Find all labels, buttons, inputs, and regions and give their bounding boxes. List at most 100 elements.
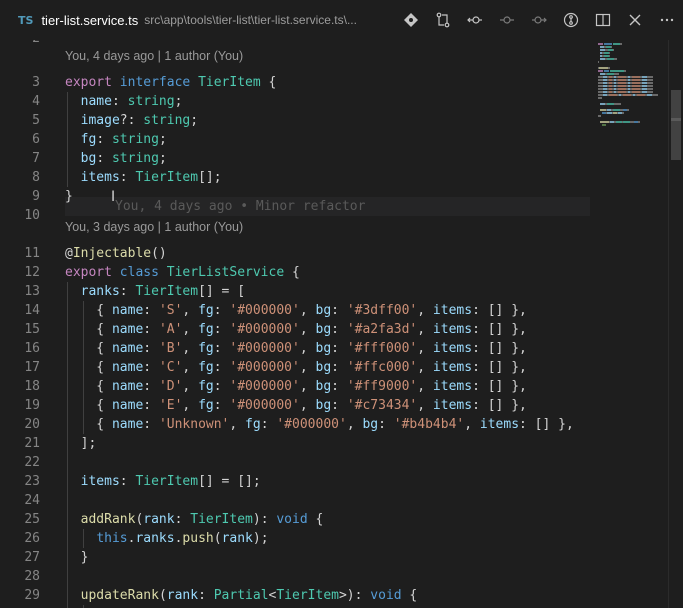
code-token: , (182, 360, 199, 375)
code-line[interactable]: 3 export interface TierItem { (0, 73, 590, 92)
code-token: items (432, 360, 473, 375)
code-editor[interactable]: You, 4 days ago | 1 author (You) You, 3 … (0, 40, 590, 608)
open-previous-revision-button[interactable] (459, 0, 491, 40)
minimap-token (647, 91, 653, 93)
code-line[interactable]: 21 ]; (0, 434, 590, 453)
tab-filename: tier-list.service.ts (41, 12, 139, 28)
code-line[interactable]: 24 (0, 491, 590, 510)
code-text: { name: 'E', fg: '#000000', bg: '#c73434… (65, 396, 527, 415)
code-token: rank (143, 512, 175, 527)
vertical-scrollbar[interactable] (668, 40, 683, 608)
line-number: 8 (32, 170, 40, 185)
code-line[interactable]: 12 export class TierListService { (0, 263, 590, 282)
code-token: items (432, 379, 473, 394)
code-token: name (111, 379, 144, 394)
code-line[interactable]: 5 image?: string; (0, 111, 590, 130)
editor-title-bar: TS tier-list.service.ts src\app\tools\ti… (0, 0, 683, 40)
line-number: 12 (24, 265, 40, 280)
code-token: { (401, 588, 418, 603)
code-token: Partial (213, 588, 269, 603)
code-text: @Injectable() (65, 244, 167, 263)
code-line[interactable]: 11 @Injectable() (0, 244, 590, 263)
code-token: ; (190, 113, 199, 128)
more-actions-button[interactable] (651, 0, 683, 40)
git-compare-icon (436, 12, 450, 28)
code-token: items (479, 417, 520, 432)
minimap-token (609, 52, 610, 54)
split-editor-button[interactable] (587, 0, 619, 40)
code-line[interactable]: 2 (0, 40, 590, 48)
code-line[interactable]: 4 name: string; (0, 92, 590, 111)
code-line[interactable]: 16 { name: 'B', fg: '#000000', bg: '#fff… (0, 339, 590, 358)
code-token: , (417, 322, 433, 337)
compare-changes-button[interactable] (427, 0, 459, 40)
code-token: , (299, 303, 316, 318)
code-line[interactable]: 8 items: TierItem[]; (0, 168, 590, 187)
code-line[interactable]: 22 (0, 453, 590, 472)
minimap-token (624, 70, 626, 72)
line-number: 29 (24, 588, 40, 603)
code-token: >): (338, 588, 371, 603)
code-line[interactable]: 15 { name: 'A', fg: '#000000', bg: '#a2f… (0, 320, 590, 339)
code-line[interactable]: 29 updateRank(rank: Partial<TierItem>): … (0, 586, 590, 605)
code-token: { (65, 417, 112, 432)
editor-actions (395, 0, 683, 40)
code-line[interactable]: 13 ranks: TierItem[] = [ (0, 282, 590, 301)
code-text: { name: 'Unknown', fg: '#000000', bg: '#… (65, 415, 574, 434)
code-line[interactable]: 28 (0, 567, 590, 586)
code-line[interactable]: 14 { name: 'S', fg: '#000000', bg: '#3df… (0, 301, 590, 320)
line-number: 7 (32, 151, 40, 166)
code-token: : (331, 379, 347, 394)
code-line[interactable]: 6 fg: string; (0, 130, 590, 149)
code-text: { name: 'B', fg: '#000000', bg: '#fff000… (65, 339, 527, 358)
code-line[interactable]: 17 { name: 'C', fg: '#000000', bg: '#ffc… (0, 358, 590, 377)
git-graph-button[interactable] (395, 0, 427, 40)
minimap-token (637, 94, 645, 96)
open-next-revision-button[interactable] (523, 0, 555, 40)
line-number: 20 (24, 417, 40, 432)
code-text: export interface TierItem { (65, 73, 276, 92)
scrollbar-thumb[interactable] (671, 90, 681, 160)
editor-tab[interactable]: TS tier-list.service.ts src\app\tools\ti… (0, 0, 357, 40)
code-token: : (143, 341, 159, 356)
code-token: '#000000' (229, 322, 300, 337)
toggle-blame-button[interactable] (555, 0, 587, 40)
code-line[interactable]: 25 addRank(rank: TierItem): void { (0, 510, 590, 529)
code-token: name (111, 417, 144, 432)
code-token: : (143, 398, 159, 413)
close-button[interactable] (619, 0, 651, 40)
tab-path: src\app\tools\tier-list\tier-list.servic… (144, 13, 357, 27)
open-changes-button[interactable] (491, 0, 523, 40)
line-number: 16 (24, 341, 40, 356)
code-token: '#000000' (276, 417, 347, 432)
code-line[interactable]: 19 { name: 'E', fg: '#000000', bg: '#c73… (0, 396, 590, 415)
code-line[interactable]: 27 } (0, 548, 590, 567)
code-token: fg (198, 398, 214, 413)
code-token: 'B' (158, 341, 183, 356)
code-line[interactable]: 10 (0, 206, 590, 225)
code-line[interactable]: 20 { name: 'Unknown', fg: '#000000', bg:… (0, 415, 590, 434)
code-token: bg (315, 322, 332, 337)
code-token: export (65, 75, 112, 90)
code-line[interactable]: 18 { name: 'D', fg: '#000000', bg: '#ff9… (0, 377, 590, 396)
code-token: 'A' (158, 322, 183, 337)
code-token: name (80, 94, 112, 109)
code-token: : [] }, (472, 360, 527, 375)
codelens-interface[interactable]: You, 4 days ago | 1 author (You) (65, 47, 243, 66)
minimap[interactable] (592, 40, 668, 608)
code-token: { (65, 322, 112, 337)
code-token: name (111, 360, 144, 375)
code-line[interactable]: 7 bg: string; (0, 149, 590, 168)
code-line[interactable]: 23 items: TierItem[] = []; (0, 472, 590, 491)
code-line[interactable]: 26 this.ranks.push(rank); (0, 529, 590, 548)
line-number: 28 (24, 569, 40, 584)
code-token: , (299, 341, 316, 356)
minimap-token (618, 76, 626, 78)
code-line[interactable]: 9} (0, 187, 590, 206)
minimap-token (632, 76, 640, 78)
code-token: { (260, 75, 277, 90)
line-number: 17 (24, 360, 40, 375)
